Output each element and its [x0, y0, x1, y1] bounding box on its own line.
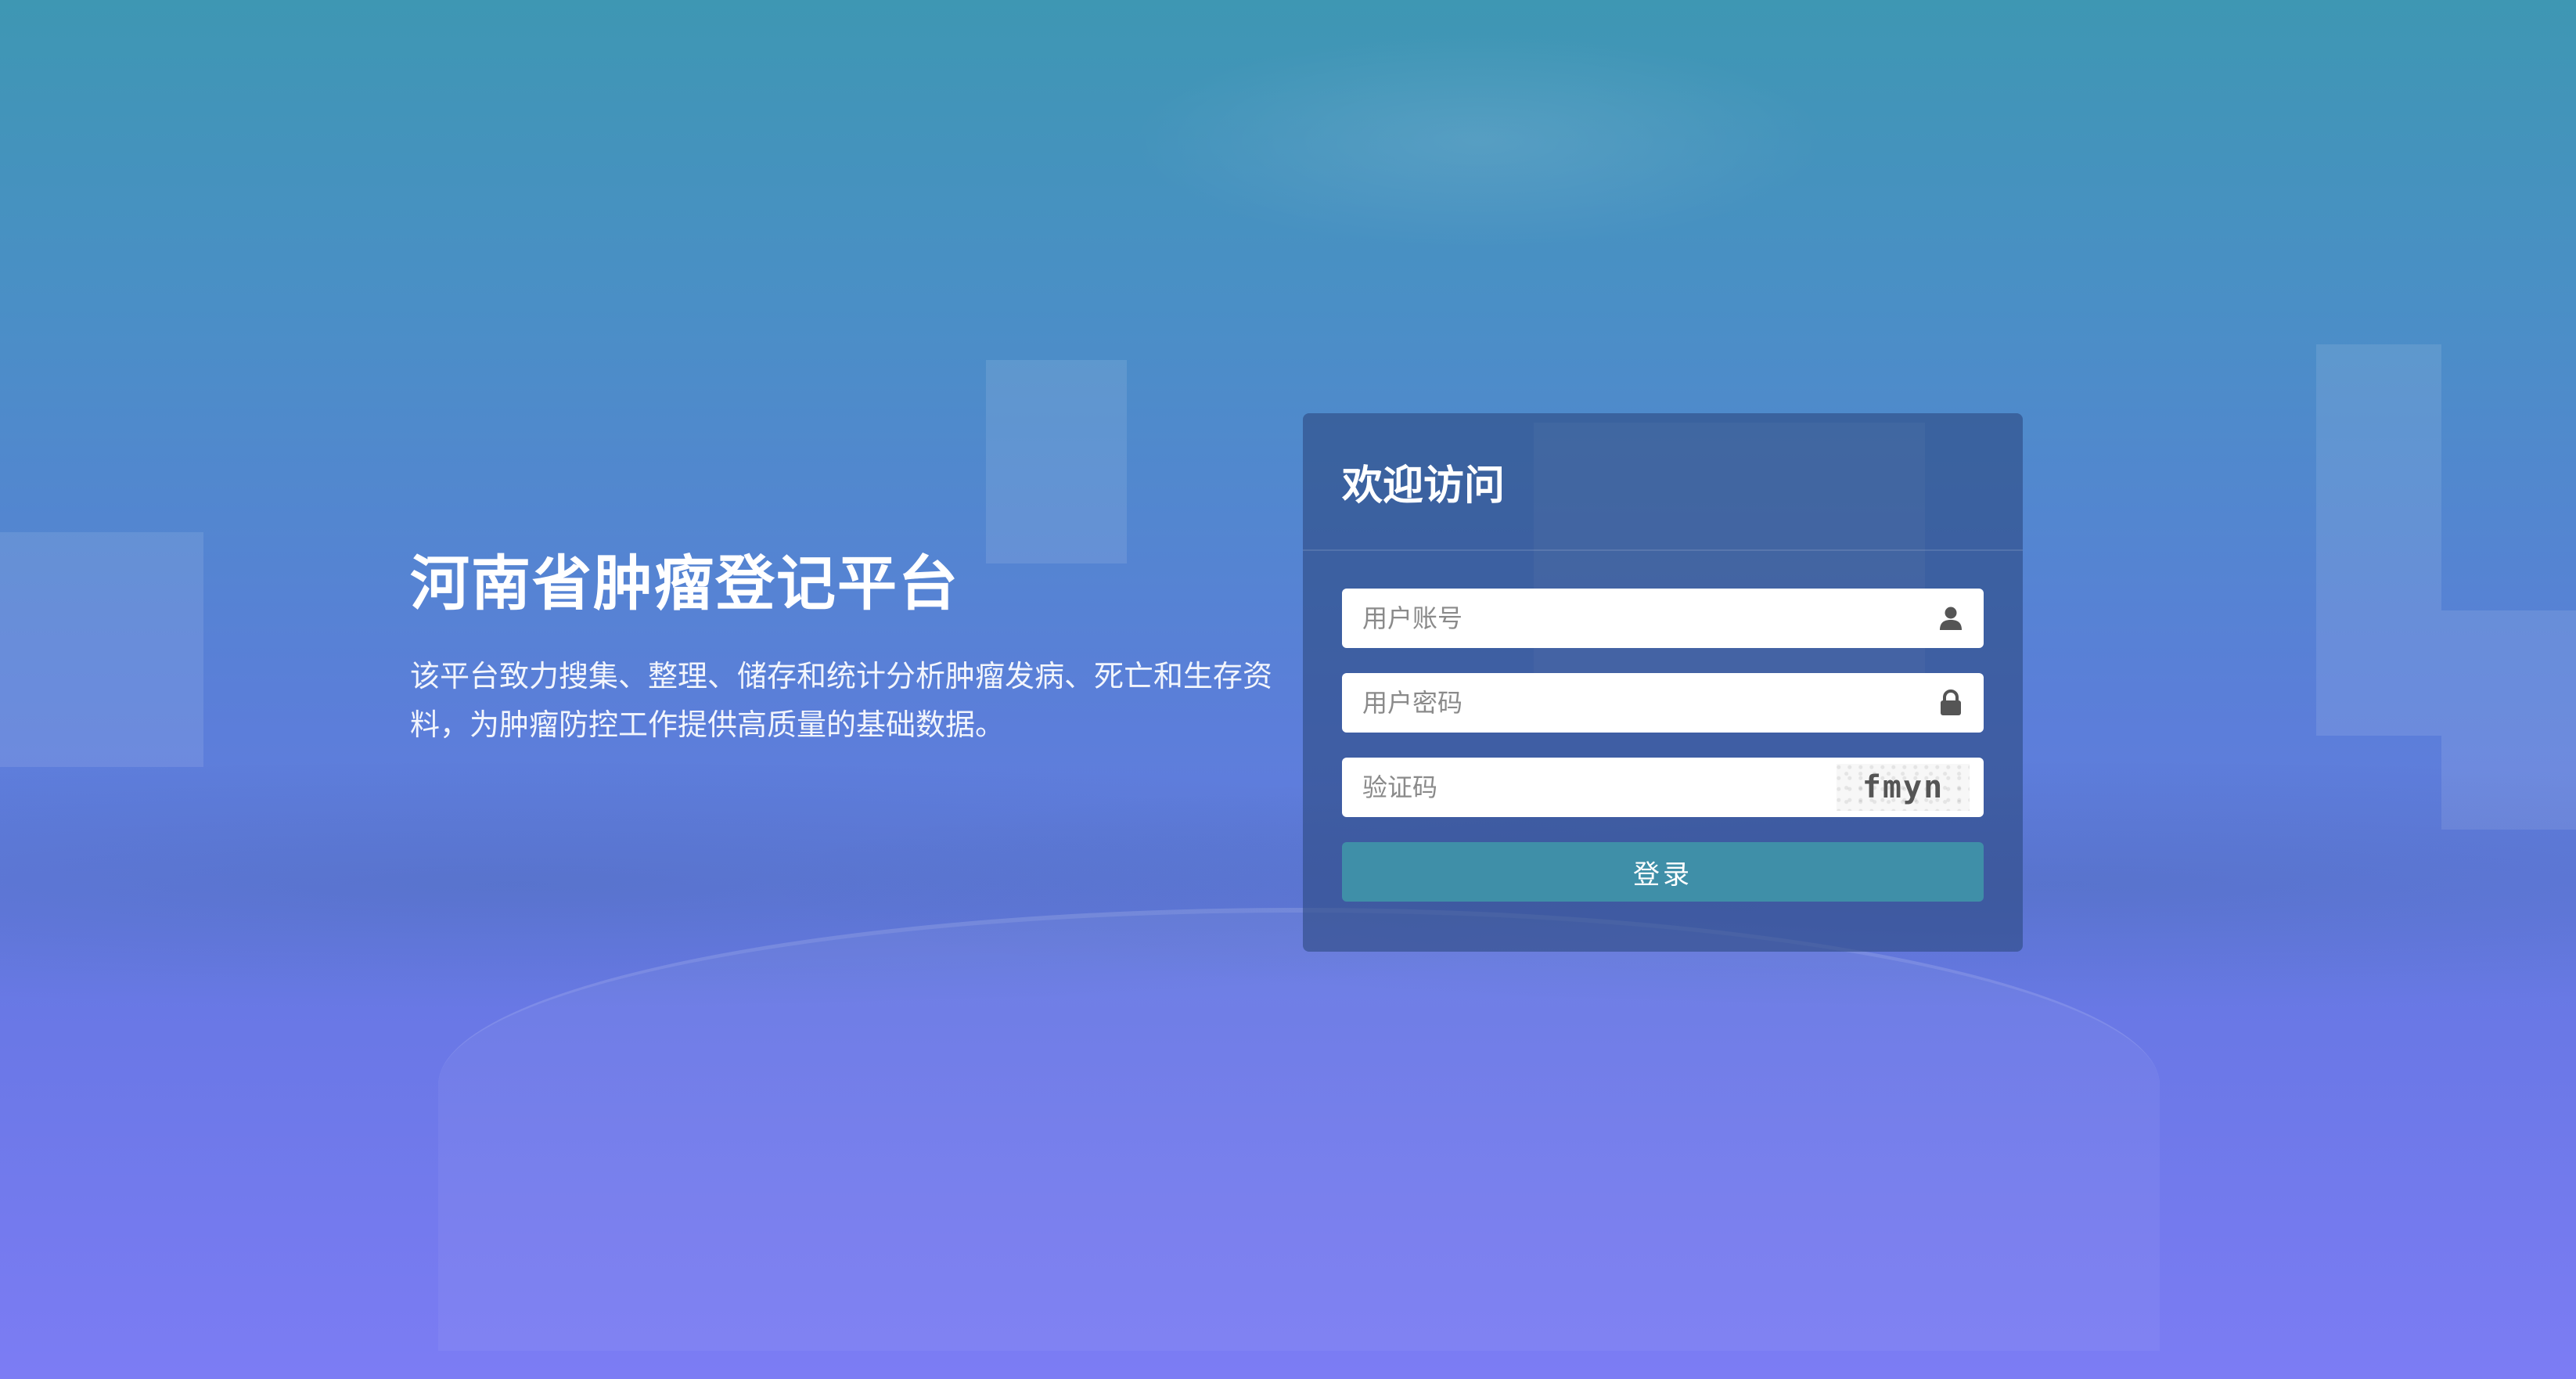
- platform-intro: 河南省肿瘤登记平台 该平台致力搜集、整理、储存和统计分析肿瘤发病、死亡和生存资料…: [410, 548, 1294, 749]
- password-input[interactable]: [1342, 673, 1984, 733]
- user-icon: [1937, 604, 1965, 632]
- login-button[interactable]: 登录: [1342, 842, 1984, 902]
- username-field: [1342, 589, 1984, 648]
- welcome-heading: 欢迎访问: [1303, 413, 2023, 551]
- captcha-field: fmyn: [1342, 758, 1984, 817]
- username-input[interactable]: [1342, 589, 1984, 648]
- login-page: 河南省肿瘤登记平台 该平台致力搜集、整理、储存和统计分析肿瘤发病、死亡和生存资料…: [0, 0, 2576, 1379]
- platform-description: 该平台致力搜集、整理、储存和统计分析肿瘤发病、死亡和生存资料，为肿瘤防控工作提供…: [410, 659, 1273, 743]
- platform-title: 河南省肿瘤登记平台: [410, 549, 959, 618]
- password-field: [1342, 673, 1984, 733]
- login-form: fmyn 登录: [1303, 551, 2023, 902]
- lock-icon: [1937, 689, 1965, 717]
- login-panel: 欢迎访问 用户账号 验证码 fmyn 登录: [1303, 413, 2023, 952]
- captcha-image[interactable]: fmyn: [1837, 764, 1970, 811]
